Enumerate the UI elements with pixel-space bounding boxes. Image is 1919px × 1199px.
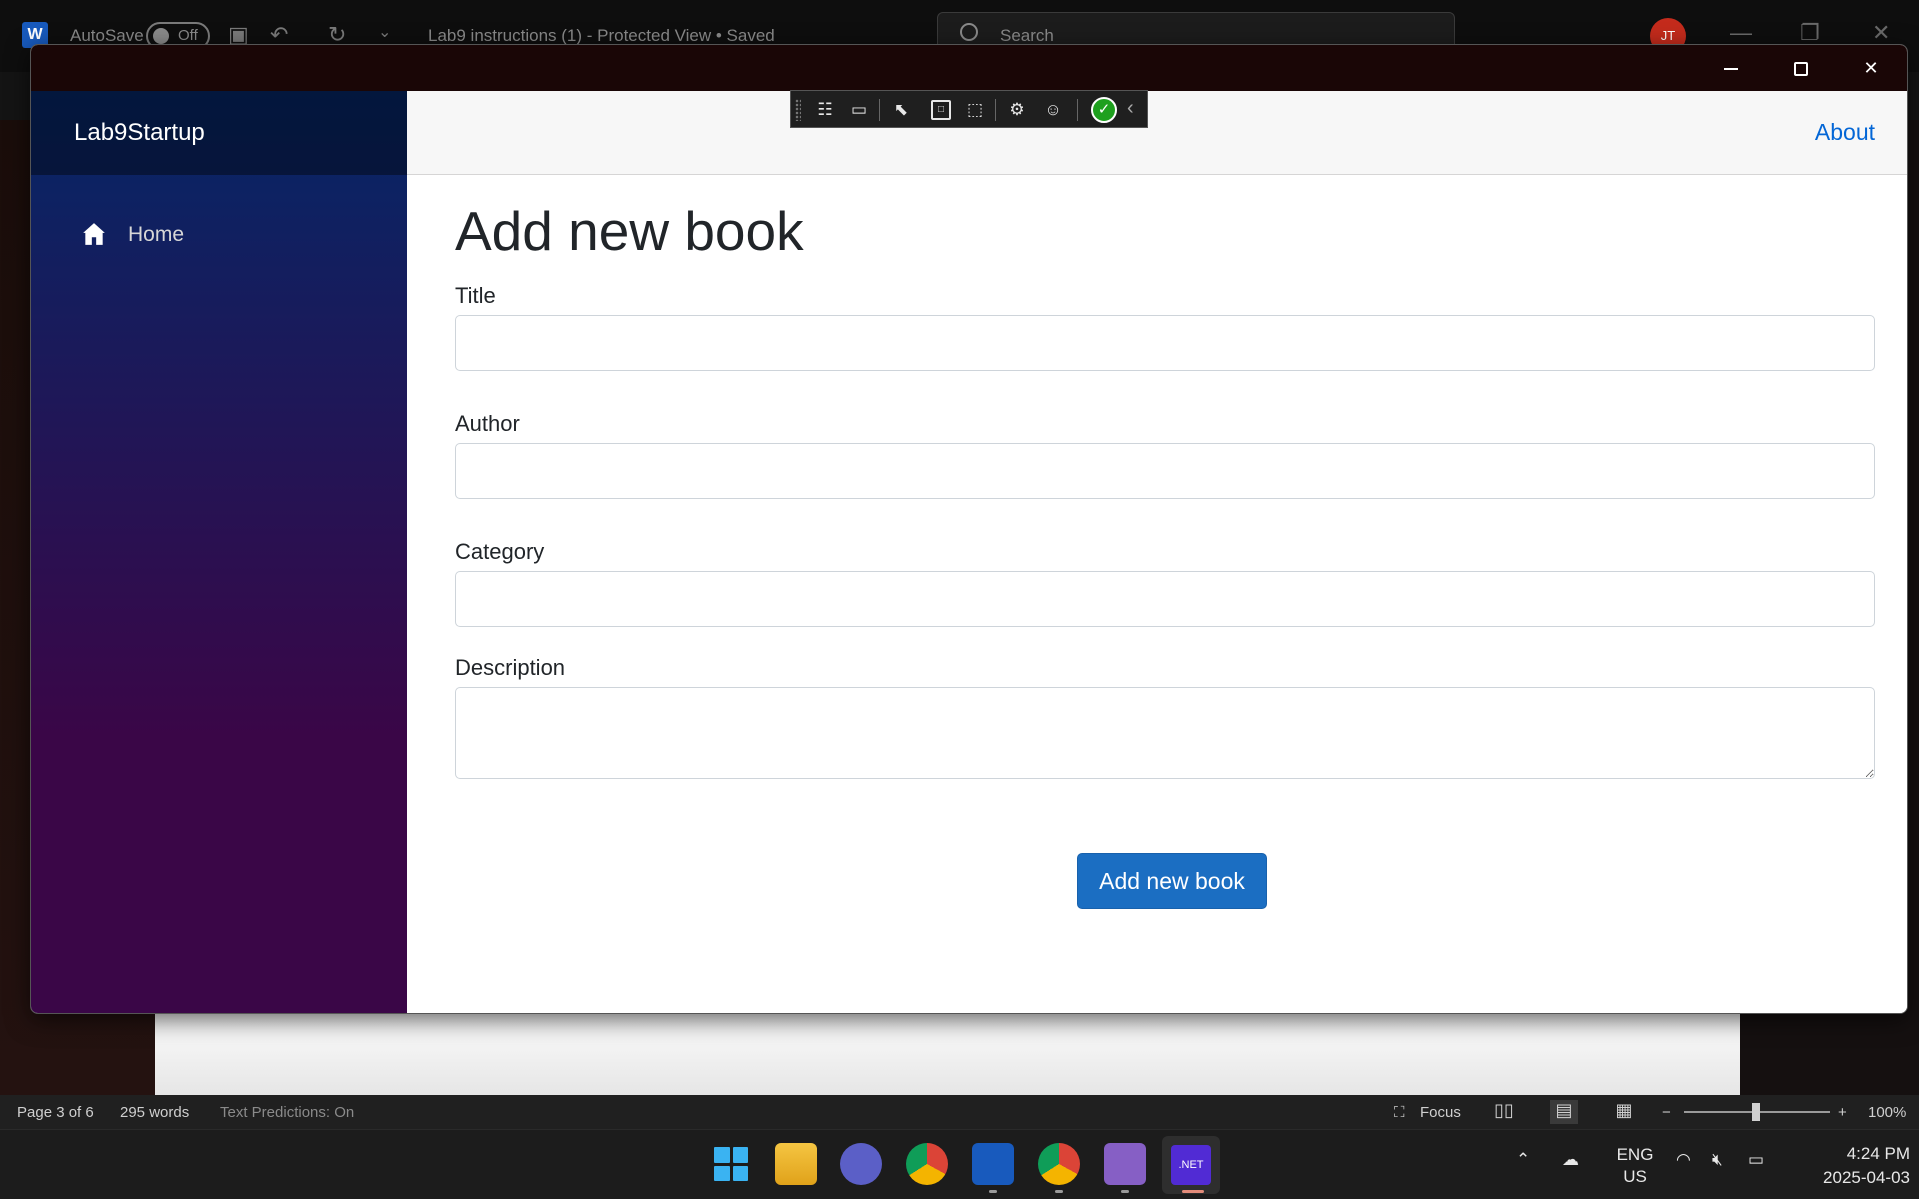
running-indicator [1121,1190,1129,1193]
web-layout-icon[interactable]: ▦ [1610,1100,1638,1124]
zoom-in-icon[interactable]: + [1838,1104,1847,1121]
xaml-debug-toolbar: ☷ ▭ ⬉ □ ⬚ ⚙ ☺ ✓ ‹ [790,90,1148,128]
toolbar-grip[interactable] [795,99,801,121]
author-label: Author [455,411,520,436]
autosave-label: AutoSave [70,26,144,45]
word-restore-icon[interactable]: ❐ [1800,20,1820,46]
category-input[interactable] [455,571,1875,627]
running-indicator [989,1190,997,1193]
customize-toolbar-icon[interactable]: ⌄ [378,22,391,42]
document-title[interactable]: Lab9 instructions (1) - Protected View •… [428,26,775,46]
word-count[interactable]: 295 words [120,1104,189,1121]
focus-icon[interactable]: ⛶ [1394,1104,1405,1121]
track-focus-icon[interactable]: ⬚ [963,98,987,122]
word-close-icon[interactable]: ✕ [1872,20,1890,46]
toolbar-separator [995,99,996,121]
autosave-state: Off [178,27,198,44]
text-predictions-status[interactable]: Text Predictions: On [220,1104,354,1121]
word-statusbar: Page 3 of 6 295 words Text Predictions: … [0,1095,1919,1129]
zoom-out-icon[interactable]: − [1662,1104,1671,1121]
show-hidden-icons-icon[interactable]: ⌃ [1516,1150,1530,1170]
focus-mode-label[interactable]: Focus [1420,1104,1461,1121]
clock-date: 2025-04-03 [1823,1168,1910,1187]
close-icon: ✕ [1863,58,1879,78]
language-indicator[interactable]: ENG US [1610,1144,1660,1188]
dotnet-app-taskbar-button[interactable]: .NET [1162,1136,1220,1194]
camera-icon[interactable]: ▭ [847,98,871,122]
app-titlebar: ✕ [31,45,1907,91]
chrome-icon[interactable] [906,1143,948,1185]
collapse-toolbar-icon[interactable]: ‹ [1127,97,1134,120]
page-title: Add new book [455,200,804,262]
teams-icon[interactable] [840,1143,882,1185]
description-label: Description [455,655,566,680]
author-input[interactable] [455,443,1875,499]
hot-reload-status-icon[interactable]: ✓ [1091,97,1117,123]
search-icon [960,23,978,41]
brand-link[interactable]: Lab9Startup [74,119,205,147]
description-textarea[interactable] [455,687,1875,779]
app-window: ✕ Lab9Startup Home About Add new book Ti… [30,44,1908,1014]
display-adorners-icon[interactable]: □ [931,100,951,120]
toggle-knob [153,28,169,44]
taskbar: .NET ⌃ ☁ ENG US ◠ 🔇︎ ▭ 4:24 PM 2025-04-0… [0,1129,1919,1199]
volume-muted-icon[interactable]: 🔇︎ [1712,1150,1723,1170]
brand-bar: Lab9Startup [31,91,407,175]
active-indicator [1182,1190,1204,1193]
nav-item-home[interactable]: Home [71,215,271,255]
word-document-page [155,1000,1740,1095]
close-button[interactable]: ✕ [1836,45,1906,91]
title-input[interactable] [455,315,1875,371]
clock-time: 4:24 PM [1846,1144,1910,1163]
page-counter[interactable]: Page 3 of 6 [17,1104,94,1121]
chrome-profile-icon[interactable] [1038,1143,1080,1185]
read-mode-icon[interactable]: ▯▯ [1490,1100,1518,1124]
file-explorer-icon[interactable] [775,1143,817,1185]
category-label: Category [455,539,545,564]
about-link[interactable]: About [1815,119,1875,146]
maximize-button[interactable] [1766,45,1836,91]
top-row: About [407,91,1907,175]
zoom-level[interactable]: 100% [1868,1104,1906,1121]
onedrive-icon[interactable]: ☁ [1562,1150,1579,1170]
add-book-button[interactable]: Add new book [1077,853,1267,909]
select-element-icon[interactable]: ⬉ [889,98,913,122]
visual-studio-icon[interactable] [1104,1143,1146,1185]
zoom-slider-thumb[interactable] [1752,1103,1760,1121]
battery-icon[interactable]: ▭ [1748,1150,1764,1170]
nav-item-label: Home [128,223,185,246]
language-code: ENG [1616,1145,1654,1164]
word-minimize-icon[interactable]: — [1730,20,1752,46]
start-button[interactable] [710,1143,752,1185]
title-label: Title [455,283,496,308]
word-taskbar-icon[interactable] [972,1143,1014,1185]
windows-icon [714,1147,748,1181]
running-indicator [1055,1190,1063,1193]
region-code: US [1623,1167,1647,1186]
minimize-icon [1724,68,1738,71]
binding-failures-icon[interactable]: ⚙ [1005,98,1029,122]
toolbar-separator [879,99,880,121]
sidebar: Lab9Startup Home [31,91,407,1013]
live-visual-tree-icon[interactable]: ☷ [813,98,837,122]
search-placeholder: Search [1000,26,1054,45]
print-layout-icon[interactable]: ▤ [1550,1100,1578,1124]
wifi-icon[interactable]: ◠ [1676,1150,1691,1170]
accessibility-icon[interactable]: ☺ [1041,98,1065,122]
dotnet-icon: .NET [1171,1145,1211,1185]
maximize-icon [1794,62,1808,77]
minimize-button[interactable] [1696,45,1766,91]
main-content: About Add new book Title Author Category… [407,91,1907,1013]
home-icon [83,223,105,245]
clock[interactable]: 4:24 PM 2025-04-03 [1790,1142,1910,1190]
toolbar-separator [1077,99,1078,121]
